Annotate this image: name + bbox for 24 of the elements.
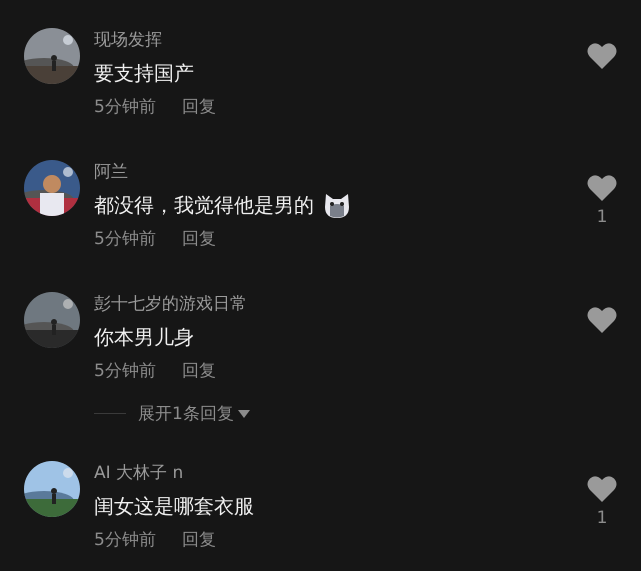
comment-text: 你本男儿身	[94, 324, 194, 351]
user-name[interactable]: 阿兰	[94, 160, 128, 184]
reply-button[interactable]: 回复	[182, 358, 216, 384]
caret-icon	[238, 410, 250, 418]
comment-time: 5分钟前	[94, 529, 156, 552]
comment-text: 闺女这是哪套衣服	[94, 493, 254, 520]
heart-icon[interactable]	[587, 42, 617, 69]
user-name[interactable]: 现场发挥	[94, 28, 162, 52]
like-count: 1	[596, 207, 608, 227]
heart-icon[interactable]	[587, 174, 617, 201]
user-name[interactable]: 彭十七岁的游戏日常	[94, 292, 247, 316]
comment-text: 都没得，我觉得他是男的	[94, 192, 314, 219]
comment-time: 5分钟前	[94, 96, 156, 119]
user-name[interactable]: AI 大林子 n	[94, 461, 184, 485]
like-count: 1	[596, 508, 608, 528]
heart-icon[interactable]	[587, 475, 617, 502]
comment-time: 5分钟前	[94, 228, 156, 251]
reply-button[interactable]: 回复	[182, 94, 216, 120]
comment-text: 要支持国产	[94, 60, 194, 87]
reply-button[interactable]: 回复	[182, 226, 216, 252]
expand-replies-button[interactable]: 展开1条回复	[138, 402, 250, 425]
comment-time: 5分钟前	[94, 360, 156, 383]
heart-icon[interactable]	[587, 306, 617, 333]
reply-button[interactable]: 回复	[182, 527, 216, 553]
